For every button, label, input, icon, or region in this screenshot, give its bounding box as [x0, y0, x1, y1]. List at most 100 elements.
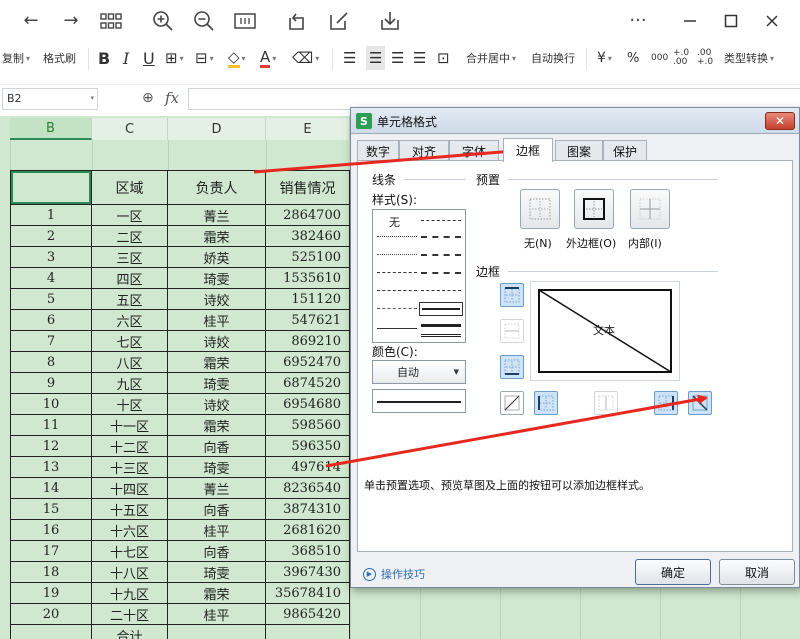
- fx-icon[interactable]: fx: [165, 89, 179, 107]
- border-inside-horizontal-button[interactable]: [500, 319, 524, 343]
- table-cell[interactable]: 向香: [168, 436, 266, 457]
- table-cell[interactable]: 四区: [92, 268, 168, 289]
- table-cell[interactable]: 琦雯: [168, 562, 266, 583]
- table-cell[interactable]: 二区: [92, 226, 168, 247]
- align-right-icon[interactable]: ☰: [391, 46, 404, 70]
- table-cell[interactable]: 15: [10, 499, 92, 520]
- line-style-medium-dashdotdot[interactable]: [421, 254, 461, 256]
- table-cell[interactable]: 17: [10, 541, 92, 562]
- table-cell[interactable]: 151120: [266, 289, 350, 310]
- table-cell[interactable]: 十四区: [92, 478, 168, 499]
- merge-center-button[interactable]: 合并居中▾: [466, 46, 516, 70]
- table-cell[interactable]: 诗姣: [168, 289, 266, 310]
- table-cell[interactable]: 三区: [92, 247, 168, 268]
- table-cell[interactable]: 十七区: [92, 541, 168, 562]
- table-cell[interactable]: 3874310: [266, 499, 350, 520]
- table-cell[interactable]: 诗姣: [168, 331, 266, 352]
- preset-none-button[interactable]: [520, 189, 560, 229]
- table-cell[interactable]: 6954680: [266, 394, 350, 415]
- table-cell[interactable]: 十六区: [92, 520, 168, 541]
- table-cell[interactable]: 1: [10, 205, 92, 226]
- table-cell[interactable]: 桂平: [168, 520, 266, 541]
- border-diagonal-up-button[interactable]: [500, 391, 524, 415]
- table-cell[interactable]: 诗姣: [168, 394, 266, 415]
- zoom-search-icon[interactable]: ⊕: [142, 90, 154, 106]
- table-cell[interactable]: 4: [10, 268, 92, 289]
- header-cell[interactable]: 负责人: [168, 170, 266, 205]
- bold-button[interactable]: B: [98, 46, 110, 70]
- cancel-button[interactable]: 取消: [719, 559, 795, 585]
- line-style-medium-dashdot[interactable]: [421, 236, 461, 238]
- total-label-cell[interactable]: 合计: [92, 625, 168, 639]
- table-cell[interactable]: 十五区: [92, 499, 168, 520]
- edit-icon[interactable]: [326, 8, 352, 34]
- table-cell[interactable]: 十二区: [92, 436, 168, 457]
- fit-page-icon[interactable]: [232, 8, 258, 34]
- table-cell[interactable]: 十八区: [92, 562, 168, 583]
- table-cell[interactable]: 10: [10, 394, 92, 415]
- table-cell[interactable]: 菁兰: [168, 478, 266, 499]
- table-cell[interactable]: 霜荣: [168, 583, 266, 604]
- table-cell[interactable]: 20: [10, 604, 92, 625]
- line-style-thin[interactable]: [377, 328, 417, 329]
- column-header-b[interactable]: B: [10, 118, 92, 140]
- border-right-button[interactable]: [654, 391, 678, 415]
- rotate-icon[interactable]: [284, 8, 310, 34]
- line-style-thick[interactable]: [421, 324, 461, 327]
- table-cell[interactable]: 11: [10, 415, 92, 436]
- font-color-icon[interactable]: A▾: [260, 46, 276, 70]
- table-cell[interactable]: 桂平: [168, 604, 266, 625]
- percent-button[interactable]: %: [627, 46, 639, 70]
- table-cell[interactable]: 九区: [92, 373, 168, 394]
- color-select[interactable]: 自动▼: [372, 360, 466, 384]
- table-cell[interactable]: 35678410: [266, 583, 350, 604]
- table-cell[interactable]: 向香: [168, 541, 266, 562]
- table-cell[interactable]: 七区: [92, 331, 168, 352]
- zoom-in-icon[interactable]: [150, 8, 176, 34]
- format-painter-button[interactable]: 格式刷: [43, 46, 76, 70]
- line-style-none[interactable]: 无: [389, 214, 400, 230]
- table-cell[interactable]: 十一区: [92, 415, 168, 436]
- table-cell[interactable]: 8236540: [266, 478, 350, 499]
- table-cell[interactable]: 八区: [92, 352, 168, 373]
- table-cell[interactable]: 12: [10, 436, 92, 457]
- table-cell[interactable]: 十三区: [92, 457, 168, 478]
- table-cell[interactable]: 娇英: [168, 247, 266, 268]
- table-cell[interactable]: 琦雯: [168, 457, 266, 478]
- line-style-dash[interactable]: [377, 308, 417, 309]
- minimize-icon[interactable]: [677, 8, 703, 34]
- dialog-close-button[interactable]: ✕: [765, 112, 795, 130]
- tips-link[interactable]: ▶操作技巧: [363, 566, 425, 582]
- distribute-icon[interactable]: ⊡: [437, 46, 450, 70]
- border-left-button[interactable]: [534, 391, 558, 415]
- table-cell[interactable]: 二十区: [92, 604, 168, 625]
- table-cell[interactable]: 6952470: [266, 352, 350, 373]
- table-cell[interactable]: 桂平: [168, 310, 266, 331]
- table-cell[interactable]: 五区: [92, 289, 168, 310]
- table-cell[interactable]: 2864700: [266, 205, 350, 226]
- line-style-medium-dashed[interactable]: [421, 272, 461, 274]
- forward-arrow-icon[interactable]: →: [58, 8, 84, 34]
- table-cell[interactable]: 13: [10, 457, 92, 478]
- copy-button[interactable]: 复制▾: [2, 46, 30, 70]
- borders-icon[interactable]: ⊞▾: [165, 46, 184, 70]
- more-icon[interactable]: ···: [625, 8, 651, 34]
- table-cell[interactable]: 16: [10, 520, 92, 541]
- table-cell[interactable]: 14: [10, 478, 92, 499]
- fill-color-icon[interactable]: ◇▾: [228, 46, 246, 70]
- align-center-icon[interactable]: ☰: [366, 46, 385, 70]
- table-cell[interactable]: 3: [10, 247, 92, 268]
- line-style-selected[interactable]: [419, 302, 463, 316]
- table-cell[interactable]: 琦雯: [168, 268, 266, 289]
- justify-icon[interactable]: ☰: [413, 46, 426, 70]
- table-cell[interactable]: 9865420: [266, 604, 350, 625]
- table-cell[interactable]: 琦雯: [168, 373, 266, 394]
- table-cell[interactable]: 2681620: [266, 520, 350, 541]
- border-preview[interactable]: 文本: [530, 281, 680, 381]
- table-cell[interactable]: 497614: [266, 457, 350, 478]
- table-cell[interactable]: 8: [10, 352, 92, 373]
- header-cell[interactable]: 销售情况: [266, 170, 350, 205]
- border-inside-vertical-button[interactable]: [594, 391, 618, 415]
- table-cell[interactable]: 6874520: [266, 373, 350, 394]
- header-cell[interactable]: 区域: [92, 170, 168, 205]
